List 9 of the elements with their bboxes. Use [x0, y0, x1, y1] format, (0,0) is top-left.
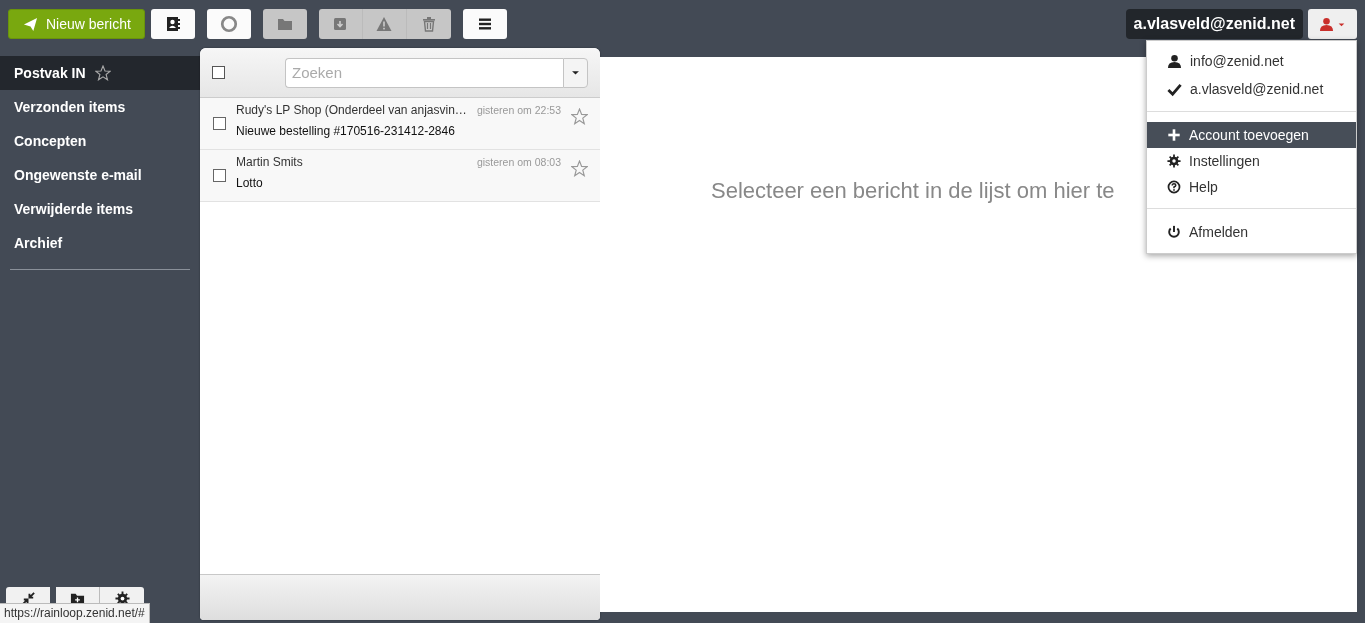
- message-sender: Rudy's LP Shop (Onderdeel van anjasvin…: [236, 103, 468, 117]
- account-label: a.vlasveld@zenid.net: [1125, 9, 1303, 39]
- empty-preview-message: Selecteer een bericht in de lijst om hier te: [711, 178, 1115, 203]
- status-url-tooltip: https://rainloop.zenid.net/#: [0, 603, 150, 623]
- message-time: gisteren om 22:53: [476, 104, 561, 116]
- message-sender: Martin Smits: [236, 155, 304, 169]
- message-subject: Lotto: [236, 176, 264, 190]
- message-time: gisteren om 08:03: [476, 156, 561, 168]
- message-subject: Nieuwe bestelling #170516-231412-2846: [236, 124, 456, 138]
